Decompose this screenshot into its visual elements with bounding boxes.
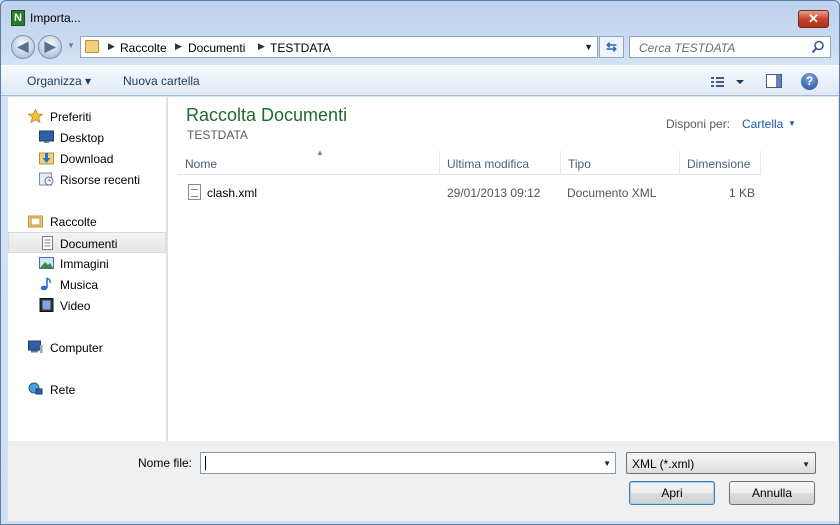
file-type: Documento XML <box>567 186 657 200</box>
xml-file-icon <box>188 184 201 200</box>
nav-label: Desktop <box>60 131 105 145</box>
column-header: ▲ Nome Ultima modifica Tipo Dimensione <box>178 148 761 175</box>
file-name-input[interactable]: ▼ <box>200 452 616 474</box>
navigation-row: ◀ ▶ ▼ ▶ Raccolte ▶ Documenti ▶ TESTDATA … <box>1 33 839 61</box>
libraries-icon <box>28 215 43 228</box>
open-button[interactable]: Apri <box>629 481 715 505</box>
column-size[interactable]: Dimensione <box>680 151 761 175</box>
nav-item-risorse-recenti[interactable]: Risorse recenti <box>8 169 166 190</box>
file-modified: 29/01/2013 09:12 <box>447 186 541 200</box>
nav-item-video[interactable]: Video <box>8 295 166 316</box>
column-label: Ultima modifica <box>447 157 530 171</box>
breadcrumb-documenti[interactable]: Documenti <box>188 41 245 55</box>
column-label: Dimensione <box>687 157 751 171</box>
nav-item-desktop[interactable]: Desktop <box>8 127 166 148</box>
column-type[interactable]: Tipo <box>561 151 680 175</box>
sort-ascending-icon: ▲ <box>316 148 324 157</box>
column-modified[interactable]: Ultima modifica <box>440 151 561 175</box>
nav-item-musica[interactable]: Musica <box>8 274 166 295</box>
nav-label: Preferiti <box>50 110 92 124</box>
import-dialog: N Importa... ✕ ◀ ▶ ▼ ▶ Raccolte ▶ Docume… <box>0 0 840 525</box>
breadcrumb-separator-icon[interactable]: ▶ <box>175 41 182 52</box>
search-icon[interactable] <box>811 40 825 54</box>
nav-item-immagini[interactable]: Immagini <box>8 253 166 274</box>
file-type-select[interactable]: XML (*.xml) ▼ <box>626 452 816 474</box>
nav-item-preferiti[interactable]: Preferiti <box>8 106 166 127</box>
preview-pane-icon[interactable] <box>766 74 782 88</box>
documents-icon <box>42 236 53 250</box>
chevron-down-icon[interactable]: ▼ <box>603 459 611 468</box>
chevron-down-icon[interactable]: ▼ <box>788 119 796 128</box>
library-title: Raccolta Documenti <box>186 105 348 125</box>
download-folder-icon <box>39 152 54 165</box>
pictures-icon <box>39 257 54 269</box>
back-button[interactable]: ◀ <box>11 35 35 59</box>
address-bar[interactable]: ▶ Raccolte ▶ Documenti ▶ TESTDATA ▼ <box>80 36 598 58</box>
chevron-down-icon[interactable]: ▼ <box>802 460 810 469</box>
file-name-label: Nome file: <box>138 456 193 470</box>
star-icon <box>28 109 43 123</box>
column-name[interactable]: ▲ Nome <box>178 148 440 175</box>
refresh-button[interactable]: ⇆ <box>599 36 624 58</box>
nav-label: Risorse recenti <box>60 173 141 187</box>
video-icon <box>39 298 54 312</box>
app-icon: N <box>11 10 25 26</box>
file-type-value: XML (*.xml) <box>632 457 695 471</box>
breadcrumb-testdata[interactable]: TESTDATA <box>270 41 331 55</box>
address-dropdown-icon[interactable]: ▼ <box>584 42 593 52</box>
nav-item-raccolte[interactable]: Raccolte <box>8 211 166 232</box>
text-caret <box>205 456 206 470</box>
nav-label: Download <box>60 152 114 166</box>
navigation-pane: Preferiti Desktop Download Risorse recen… <box>8 97 167 441</box>
folder-icon <box>85 40 99 53</box>
nav-item-download[interactable]: Download <box>8 148 166 169</box>
recent-places-icon <box>39 172 54 186</box>
library-subtitle: TESTDATA <box>187 128 248 142</box>
command-bar: Organizza ▾ Nuova cartella ? <box>1 65 839 96</box>
close-button[interactable]: ✕ <box>798 10 829 28</box>
file-name: clash.xml <box>207 186 258 200</box>
desktop-icon <box>39 130 54 143</box>
nav-label: Raccolte <box>50 215 97 229</box>
window-title: Importa... <box>30 11 81 25</box>
help-icon[interactable]: ? <box>801 73 818 90</box>
nav-label: Video <box>60 299 91 313</box>
file-name-panel: Nome file: ▼ XML (*.xml) ▼ Apri Annulla <box>8 441 839 521</box>
nav-label: Documenti <box>60 237 118 251</box>
search-input[interactable]: Cerca TESTDATA <box>629 36 831 58</box>
nav-label: Computer <box>50 341 103 355</box>
column-label: Tipo <box>568 157 591 171</box>
new-folder-button[interactable]: Nuova cartella <box>123 74 200 88</box>
recent-pages-dropdown[interactable]: ▼ <box>67 41 75 50</box>
nav-label: Musica <box>60 278 99 292</box>
change-view-icon[interactable] <box>709 74 745 90</box>
arrange-by-label: Disponi per: <box>666 117 731 131</box>
music-icon <box>40 277 51 291</box>
network-icon <box>28 382 43 395</box>
nav-item-documenti[interactable]: Documenti <box>8 232 166 253</box>
arrange-by-dropdown[interactable]: Cartella <box>742 117 783 131</box>
nav-label: Rete <box>50 383 76 397</box>
cancel-button[interactable]: Annulla <box>729 481 815 505</box>
breadcrumb-raccolte[interactable]: Raccolte <box>120 41 167 55</box>
nav-item-rete[interactable]: Rete <box>8 379 166 400</box>
nav-label: Immagini <box>60 257 109 271</box>
breadcrumb-separator-icon[interactable]: ▶ <box>258 41 265 52</box>
file-list-pane: Raccolta Documenti TESTDATA Disponi per:… <box>168 97 838 441</box>
organize-menu[interactable]: Organizza ▾ <box>27 74 91 88</box>
file-size: 1 KB <box>729 186 756 200</box>
title-bar: N Importa... ✕ <box>1 1 839 33</box>
column-label: Nome <box>185 157 218 171</box>
file-row[interactable]: clash.xml 29/01/2013 09:12 Documento XML… <box>178 181 761 203</box>
nav-item-computer[interactable]: Computer <box>8 337 166 358</box>
forward-button[interactable]: ▶ <box>38 35 62 59</box>
computer-icon <box>28 340 43 353</box>
breadcrumb-separator-icon[interactable]: ▶ <box>108 41 115 52</box>
search-placeholder: Cerca TESTDATA <box>639 41 736 55</box>
